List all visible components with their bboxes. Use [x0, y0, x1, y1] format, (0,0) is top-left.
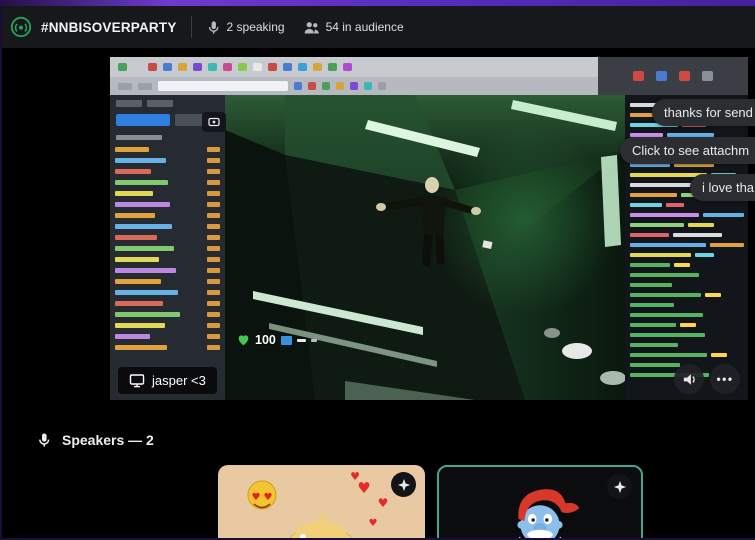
stage-channel-page: #NNBISOVERPARTY 2 speaking 54 in audienc… — [0, 0, 755, 540]
chat-line — [625, 230, 748, 240]
server-list-row — [110, 210, 225, 221]
health-value: 100 — [255, 333, 276, 347]
heart-icon — [237, 334, 250, 346]
server-list-row — [110, 177, 225, 188]
audience-stat: 54 in audience — [303, 20, 404, 35]
speaker-card[interactable]: ♥ ♥ ♥ ♥ ♥ ♥ — [218, 465, 425, 540]
game-scene — [225, 95, 625, 400]
chat-line — [625, 330, 748, 340]
chat-line — [625, 240, 748, 250]
stage-channel-icon — [10, 16, 32, 38]
screen-icon — [129, 373, 145, 388]
chat-overlay-message[interactable]: thanks for send — [652, 99, 755, 126]
server-list-row — [110, 342, 225, 353]
server-list-row — [110, 265, 225, 276]
server-list-row — [110, 287, 225, 298]
server-list — [110, 144, 225, 353]
chat-overlay-message[interactable]: i love tha — [690, 174, 755, 201]
audience-count: 54 in audience — [325, 20, 404, 34]
server-list-row — [110, 243, 225, 254]
chat-line — [625, 290, 748, 300]
shared-screen-toolbar-dark-segment — [598, 57, 748, 95]
svg-text:♥: ♥ — [350, 470, 360, 483]
people-icon — [303, 20, 320, 35]
server-list-row — [110, 155, 225, 166]
server-browser-tabs — [110, 95, 225, 110]
server-list-row — [110, 254, 225, 265]
header-divider — [190, 16, 192, 38]
chat-line — [625, 340, 748, 350]
chat-line — [625, 300, 748, 310]
speaker-icon — [683, 373, 695, 385]
hud-mini-stat — [296, 338, 306, 342]
chat-line — [625, 350, 748, 360]
speakers-title: Speakers — 2 — [62, 432, 154, 448]
server-browser-panel — [110, 95, 225, 400]
star-badge-icon[interactable] — [391, 472, 416, 497]
chat-line — [625, 280, 748, 290]
stage-area: 100 jasper <3 ••• thanks for send Click … — [0, 48, 755, 418]
chat-line — [625, 220, 748, 230]
server-list-row — [110, 320, 225, 331]
speakers-section: Speakers — 2 ♥ ♥ ♥ ♥ ♥ ♥ — [0, 418, 755, 540]
speaker-card[interactable] — [437, 465, 643, 540]
server-list-row — [110, 276, 225, 287]
svg-text:♥: ♥ — [378, 496, 389, 510]
hud-mini-stat — [310, 338, 317, 342]
speaking-stat: 2 speaking — [206, 20, 285, 35]
game-viewport: 100 — [225, 95, 625, 400]
chat-overlay-message[interactable]: Click to see attachm — [620, 137, 755, 164]
svg-text:♥: ♥ — [369, 518, 378, 529]
chat-line — [625, 200, 748, 210]
chat-line — [625, 260, 748, 270]
svg-text:♥: ♥ — [264, 492, 273, 503]
server-browser-primary-button — [116, 114, 170, 126]
server-list-row — [110, 221, 225, 232]
stream-volume-button[interactable] — [674, 364, 704, 394]
server-list-row — [110, 232, 225, 243]
channel-name: #NNBISOVERPARTY — [41, 19, 177, 35]
chat-line — [625, 310, 748, 320]
server-list-row — [110, 199, 225, 210]
server-list-row — [110, 298, 225, 309]
streamer-name: jasper <3 — [152, 373, 206, 388]
streamer-label-pill: jasper <3 — [118, 367, 217, 394]
hud-blue-chip — [280, 335, 292, 345]
speakers-header: Speakers — 2 — [0, 418, 755, 448]
chat-message-text: thanks for send — [664, 105, 753, 120]
stream-mini-overlay — [202, 112, 226, 132]
server-list-row — [110, 309, 225, 320]
channel-header: #NNBISOVERPARTY 2 speaking 54 in audienc… — [0, 6, 755, 48]
chat-line — [625, 250, 748, 260]
chat-line — [625, 210, 748, 220]
chat-message-text: i love tha — [702, 180, 755, 195]
chat-message-text: Click to see attachm — [632, 143, 750, 158]
camera-icon — [208, 117, 220, 127]
server-list-header — [116, 135, 162, 140]
star-badge-icon[interactable] — [607, 474, 632, 499]
server-list-row — [110, 144, 225, 155]
chat-line — [625, 320, 748, 330]
server-list-row — [110, 331, 225, 342]
speaking-count: 2 speaking — [226, 20, 285, 34]
speaker-cards: ♥ ♥ ♥ ♥ ♥ ♥ — [53, 465, 755, 540]
microphone-icon — [206, 20, 221, 35]
ellipsis-icon: ••• — [716, 372, 734, 386]
window-left-edge — [0, 6, 2, 540]
microphone-icon — [36, 432, 52, 448]
health-hud: 100 — [237, 333, 317, 347]
server-list-row — [110, 188, 225, 199]
server-list-row — [110, 166, 225, 177]
chat-line — [625, 270, 748, 280]
stream-more-button[interactable]: ••• — [710, 364, 740, 394]
svg-text:♥: ♥ — [252, 492, 261, 503]
window-accent-strip — [0, 0, 755, 6]
